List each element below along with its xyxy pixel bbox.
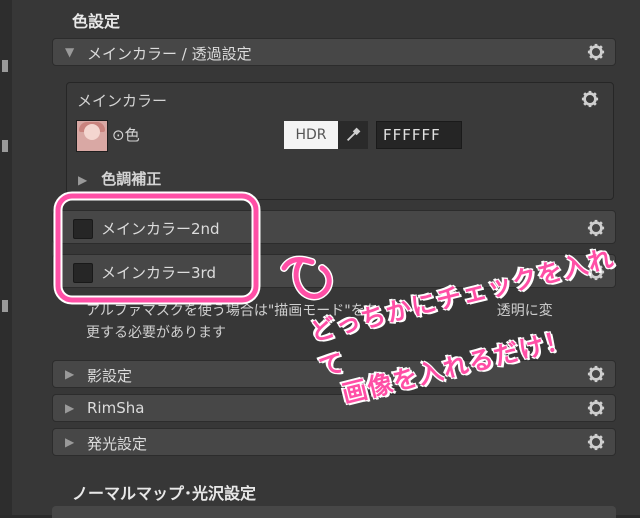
foldout-label: 発光設定 [87,435,148,453]
alpha-mask-note: アルファマスクを使う場合は"描画モード"をち 透明に変 更する必要があります [86,300,626,344]
gear-icon[interactable] [587,263,605,281]
foldout-rim-shade[interactable]: ▶ RimSha [52,394,616,422]
triangle-right-icon: ▶ [65,401,75,415]
note-line-2: 更する必要があります [86,325,226,341]
toggle-label: メインカラー2nd [101,220,220,238]
gear-icon[interactable] [587,399,605,417]
main-color-header: メインカラー [67,83,613,115]
foldout-shadow[interactable]: ▶ 影設定 [52,360,616,388]
foldout-label: RimSha [87,399,145,417]
toggle-label: メインカラー3rd [101,264,216,282]
triangle-right-icon: ▶ [65,435,75,449]
gear-icon[interactable] [581,90,599,108]
foldout-label: 影設定 [87,367,133,385]
foldout-partial[interactable] [52,506,616,518]
dock-tab-marker [2,140,8,152]
foldout-emission[interactable]: ▶ 発光設定 [52,428,616,456]
section-title-color: 色設定 [72,12,121,31]
triangle-down-icon: ▼ [65,45,75,59]
color-field-label: ⊙色 [112,126,140,144]
section-title-normal-map: ノーマルマップ･光沢設定 [72,484,257,503]
checkbox[interactable] [73,263,93,283]
thumbnail-face [84,124,100,140]
gear-icon[interactable] [587,433,605,451]
tone-correction-foldout[interactable]: ▶ 色調補正 [78,168,161,189]
checkbox[interactable] [73,219,93,239]
triangle-right-icon: ▶ [78,173,88,187]
gear-icon[interactable] [587,219,605,237]
note-line-1: アルファマスクを使う場合は"描画モード"をち [86,303,379,319]
dock-tab-marker [2,60,8,72]
hdr-button[interactable]: HDR [284,121,338,149]
toggle-main-color-3rd[interactable]: メインカラー3rd [52,254,616,288]
gear-icon[interactable] [587,365,605,383]
foldout-main-color[interactable]: ▼ メインカラー / 透過設定 [52,38,616,66]
dock-tab-marker [2,300,8,312]
gear-icon[interactable] [587,43,605,61]
eyedropper-icon [346,127,361,142]
foldout-label: メインカラー / 透過設定 [87,45,252,63]
note-line-1b: 透明に変 [496,303,553,319]
eyedropper-button[interactable] [338,121,368,149]
toggle-main-color-2nd[interactable]: メインカラー2nd [52,210,616,244]
hex-color-input[interactable]: FFFFFF [376,121,462,149]
tone-correction-label: 色調補正 [101,170,162,188]
triangle-right-icon: ▶ [65,367,75,381]
main-texture-thumbnail[interactable] [76,120,108,152]
main-color-title: メインカラー [77,92,168,110]
